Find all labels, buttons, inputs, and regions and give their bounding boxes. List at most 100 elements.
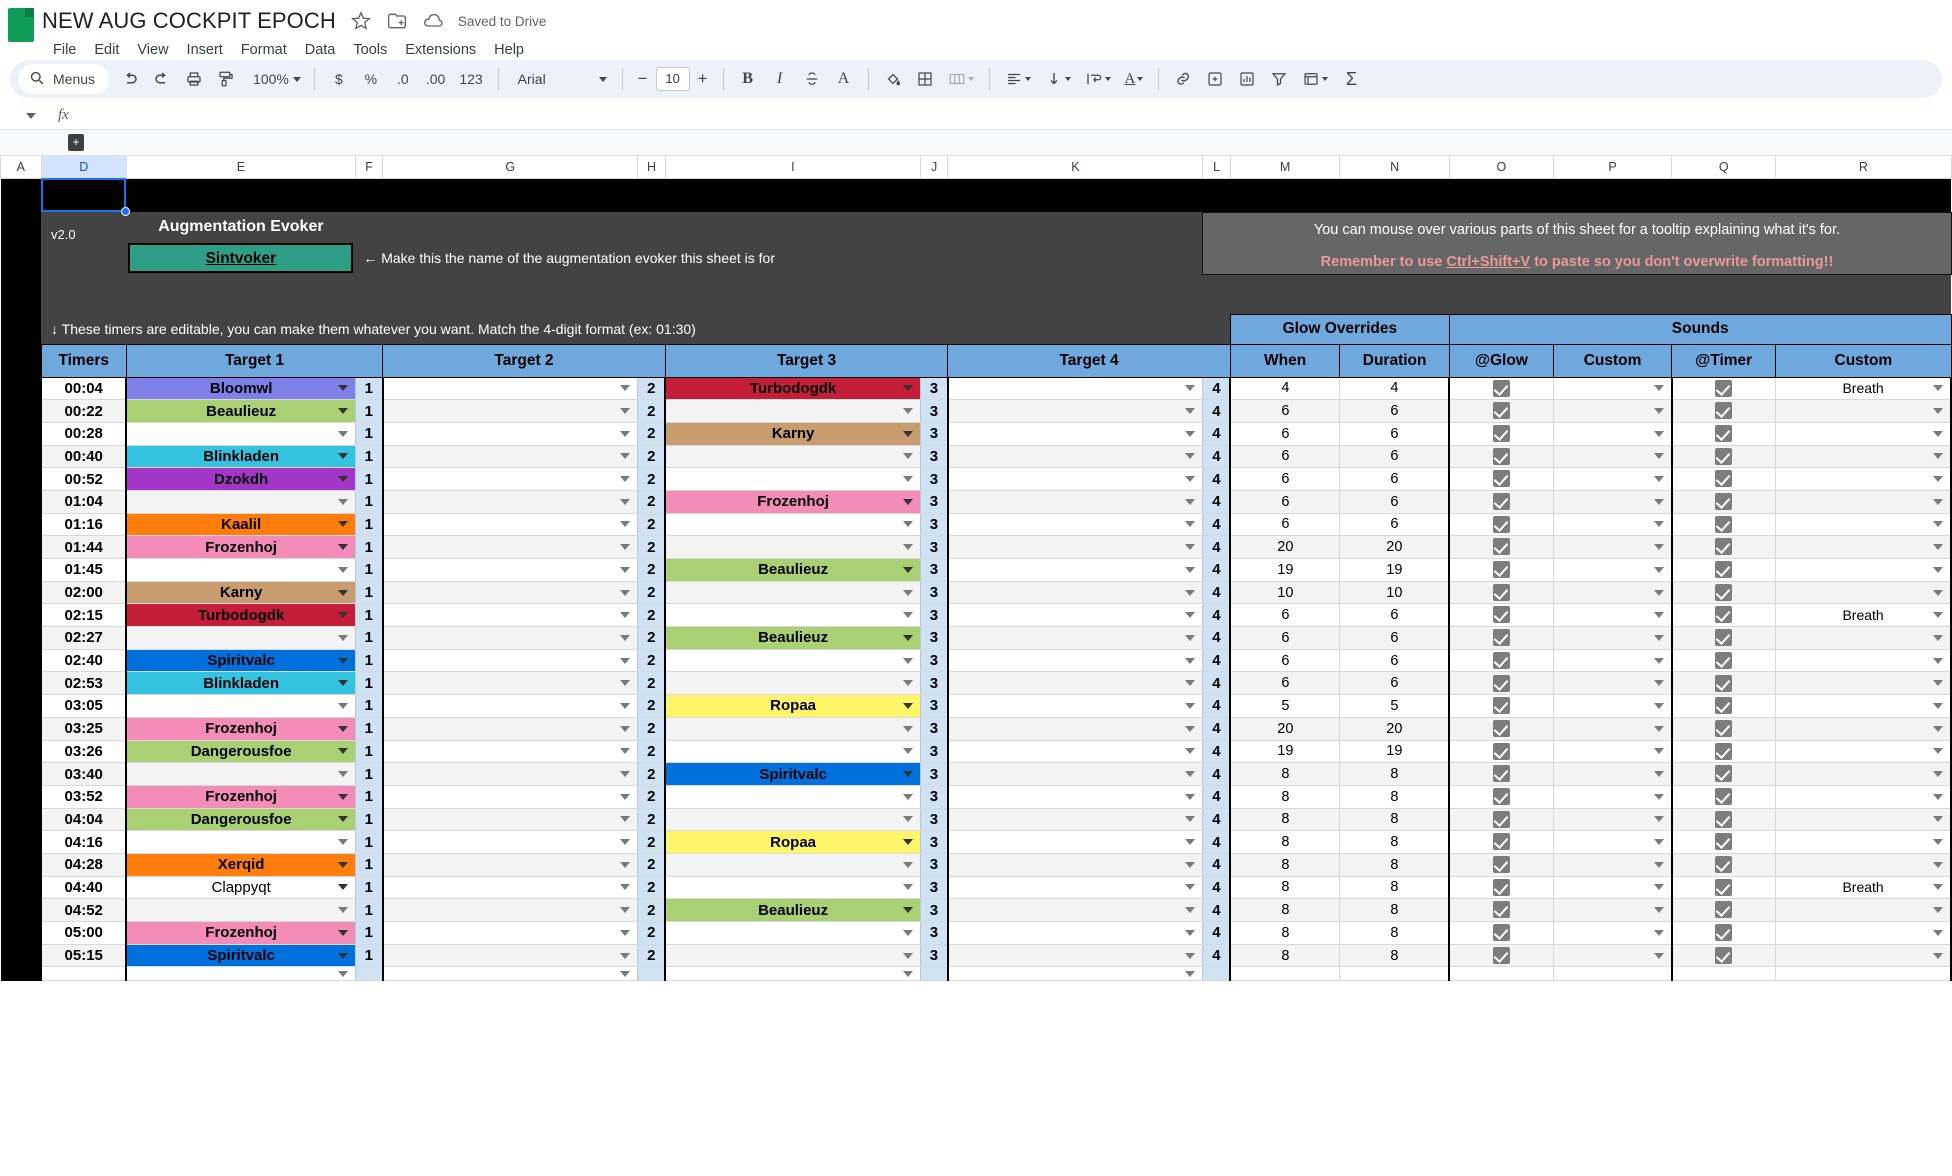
glow-duration-cell[interactable]: 6 [1339, 421, 1450, 446]
at-glow-checkbox-cell[interactable] [1448, 558, 1554, 582]
dropdown-arrow-icon[interactable] [902, 544, 913, 551]
target-3-name-cell[interactable]: Ropaa [664, 830, 921, 854]
vertical-align-button[interactable] [1039, 64, 1077, 94]
dropdown-arrow-icon[interactable] [620, 657, 631, 664]
at-timer-checkbox[interactable] [1715, 606, 1733, 624]
glow-custom-cell[interactable] [1552, 535, 1673, 559]
dropdown-arrow-icon[interactable] [1933, 816, 1943, 823]
glow-custom-cell[interactable] [1552, 784, 1673, 809]
zoom-control[interactable]: 100% [243, 64, 305, 94]
glow-when-cell[interactable]: 8 [1229, 830, 1341, 854]
star-icon[interactable] [350, 10, 372, 32]
glow-custom-cell[interactable] [1552, 376, 1673, 401]
timer-cell[interactable]: 00:28 [40, 421, 127, 446]
dropdown-arrow-icon[interactable] [337, 566, 348, 573]
glow-duration-cell[interactable]: 19 [1339, 739, 1450, 764]
glow-custom-cell[interactable] [1552, 852, 1673, 877]
dropdown-arrow-icon[interactable] [1185, 816, 1196, 823]
dropdown-arrow-icon[interactable] [1933, 884, 1943, 891]
target-4-name-cell[interactable] [946, 852, 1203, 877]
timer-cell[interactable]: 03:40 [40, 762, 127, 786]
timer-custom-cell[interactable] [1775, 852, 1952, 877]
target-1-name-cell[interactable]: Clappyqt [125, 875, 356, 900]
increase-decimal-button[interactable]: .00 [420, 64, 451, 94]
at-timer-checkbox-cell[interactable] [1670, 648, 1777, 673]
fill-color-button[interactable] [878, 64, 908, 94]
more-formats-button[interactable]: 123 [453, 64, 488, 94]
at-timer-checkbox[interactable] [1715, 901, 1733, 919]
at-glow-checkbox-cell[interactable] [1448, 784, 1554, 809]
dropdown-arrow-icon[interactable] [902, 907, 913, 914]
dropdown-arrow-icon[interactable] [1653, 476, 1664, 483]
at-glow-checkbox-cell[interactable] [1448, 376, 1554, 401]
at-timer-checkbox[interactable] [1715, 878, 1733, 896]
target-2-name-cell[interactable] [381, 694, 638, 718]
at-timer-checkbox-cell[interactable] [1670, 558, 1777, 582]
glow-duration-cell[interactable]: 8 [1339, 943, 1450, 968]
at-glow-checkbox-cell[interactable] [1448, 626, 1554, 650]
dropdown-arrow-icon[interactable] [1653, 725, 1664, 732]
timer-cell[interactable]: 00:52 [40, 467, 127, 491]
at-timer-checkbox[interactable] [1715, 447, 1733, 465]
dropdown-arrow-icon[interactable] [1933, 907, 1943, 914]
target-4-name-cell[interactable] [946, 943, 1203, 968]
target-1-name-cell[interactable] [125, 489, 356, 514]
target-2-name-cell[interactable] [381, 784, 638, 809]
at-timer-checkbox[interactable] [1715, 629, 1733, 647]
dropdown-arrow-icon[interactable] [1933, 589, 1943, 596]
italic-button[interactable]: I [765, 64, 795, 94]
dropdown-arrow-icon[interactable] [1933, 748, 1943, 755]
at-glow-checkbox[interactable] [1493, 878, 1511, 896]
glow-when-cell[interactable]: 8 [1229, 898, 1341, 922]
target-4-name-cell[interactable] [946, 694, 1203, 718]
glow-custom-cell[interactable] [1552, 558, 1673, 582]
at-glow-checkbox-cell[interactable] [1448, 762, 1554, 786]
target-3-name-cell[interactable]: Beaulieuz [664, 626, 921, 650]
target-3-name-cell[interactable]: Frozenhoj [664, 489, 921, 514]
glow-custom-cell[interactable] [1552, 399, 1673, 423]
glow-custom-cell[interactable] [1552, 898, 1673, 922]
dropdown-arrow-icon[interactable] [1933, 498, 1943, 505]
dropdown-arrow-icon[interactable] [1653, 771, 1664, 778]
at-timer-checkbox-cell[interactable] [1670, 671, 1777, 696]
dropdown-arrow-icon[interactable] [620, 589, 631, 596]
glow-when-cell[interactable]: 8 [1229, 762, 1341, 786]
glow-custom-cell[interactable] [1552, 921, 1673, 945]
at-timer-checkbox-cell[interactable] [1670, 603, 1777, 628]
target-1-name-cell[interactable]: Blinkladen [125, 671, 356, 696]
glow-duration-cell[interactable]: 8 [1339, 898, 1450, 922]
timer-custom-cell[interactable] [1775, 444, 1952, 469]
col-header-H[interactable]: H [637, 156, 666, 179]
col-header-G[interactable]: G [382, 156, 639, 179]
glow-duration-cell[interactable]: 6 [1339, 626, 1450, 650]
name-box-chevron-icon[interactable] [26, 112, 36, 119]
percent-format-button[interactable]: % [356, 64, 386, 94]
at-timer-checkbox-cell[interactable] [1670, 875, 1777, 900]
at-timer-checkbox[interactable] [1715, 924, 1733, 942]
target-3-name-cell[interactable] [664, 535, 921, 559]
target-1-name-cell[interactable]: Spiritvalc [125, 943, 356, 968]
timer-cell[interactable]: 00:22 [40, 399, 127, 423]
dropdown-arrow-icon[interactable] [1185, 589, 1196, 596]
at-glow-checkbox[interactable] [1493, 447, 1511, 465]
glow-when-cell[interactable]: 20 [1229, 716, 1341, 741]
at-timer-checkbox-cell[interactable] [1670, 467, 1777, 491]
target-4-name-cell[interactable] [946, 875, 1203, 900]
at-glow-checkbox[interactable] [1493, 765, 1511, 783]
glow-when-cell[interactable]: 4 [1229, 376, 1341, 401]
target-1-name-cell[interactable]: Frozenhoj [125, 535, 356, 559]
col-header-D[interactable]: D [40, 156, 127, 179]
col-header-A[interactable]: A [0, 156, 42, 179]
target-2-name-cell[interactable] [381, 671, 638, 696]
target-4-name-cell[interactable] [946, 807, 1203, 832]
at-timer-checkbox-cell[interactable] [1670, 739, 1777, 764]
glow-when-cell[interactable]: 6 [1229, 603, 1341, 628]
glow-when-cell[interactable]: 6 [1229, 444, 1341, 469]
glow-when-cell[interactable]: 6 [1229, 626, 1341, 650]
dropdown-arrow-icon[interactable] [1653, 861, 1664, 868]
dropdown-arrow-icon[interactable] [902, 839, 913, 846]
dropdown-arrow-icon[interactable] [337, 793, 348, 800]
target-3-name-cell[interactable] [664, 784, 921, 809]
at-glow-checkbox-cell[interactable] [1448, 535, 1554, 559]
glow-when-cell[interactable]: 6 [1229, 671, 1341, 696]
